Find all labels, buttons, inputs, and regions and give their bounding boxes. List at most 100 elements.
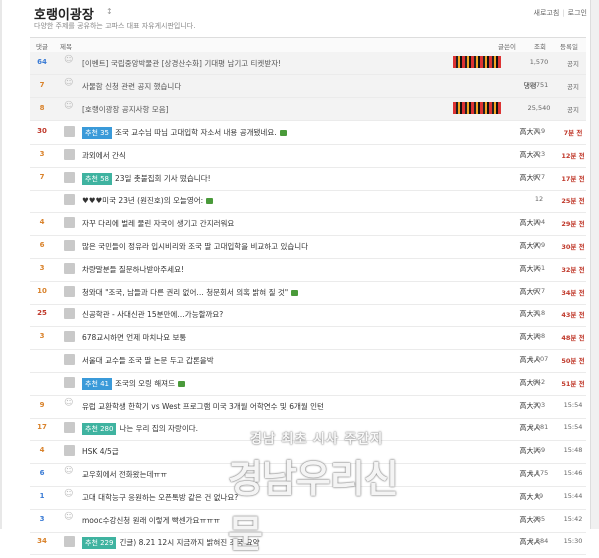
col-author[interactable]: 글쓴이 (498, 41, 516, 51)
scrollbar[interactable] (590, 0, 599, 529)
col-count[interactable]: 댓글 (36, 41, 48, 51)
post-title[interactable]: 조국 교수님 따님 고대입학 자소서 내용 공개됐네요. (115, 128, 277, 137)
comment-count: 9 (39, 400, 45, 409)
table-row[interactable]: 4 HSK 4/5급 高大人 169 15:48 (30, 440, 586, 465)
table-row[interactable]: 3 차량말분들 질문하나받아주세요! 高大人 161 32분 전 (30, 258, 586, 282)
table-row[interactable]: 9 ☺ 유럽 교환학생 한학기 vs West 프로그램 미국 3개월 어학연수 및… (30, 395, 586, 419)
table-row[interactable]: 17 추천 280 나는 우리 집의 자랑이다. 高大人 2,081 15:54 (30, 417, 586, 442)
table-row[interactable]: 1 ☺ 고대 대학능구 응원하는 오픈톡방 같은 건 없나요? 高大人 99 15:44 (30, 486, 586, 510)
post-subject[interactable]: 과외에서 간식 (82, 150, 126, 161)
post-title[interactable]: 사물함 신청 관련 공지 했습니다 (82, 82, 181, 91)
group-icon: ☺ (64, 101, 74, 111)
post-subject[interactable]: 신공학관 - 사대신관 15분만에…가능할까요? (82, 309, 223, 320)
post-title[interactable]: 서울대 교수들 조국 딸 논문 두고 갑론을박 (82, 356, 214, 365)
board-description: 다양한 주제를 공유하는 고파스 대표 자유게시판입니다. (34, 22, 196, 30)
table-row[interactable]: 34 추천 229 긴글) 8.21 12시 지금까지 밝혀진 조국 요약 高大人 2,… (30, 531, 586, 556)
post-subject[interactable]: 사물함 신청 관련 공지 했습니다 (82, 81, 181, 92)
table-row[interactable]: 7 추천 58 23일 촛불집회 기사 떴습니다! 高大人 877 17분 전 (30, 167, 586, 191)
notice-row[interactable]: 64 ☺ [이벤트] 국립중앙박물관 [상경산수화] 기대평 남기고 티켓받자! 1,… (30, 52, 586, 75)
link-separator: | (562, 9, 565, 17)
post-title[interactable]: 유럽 교환학생 한학기 vs West 프로그램 미국 3개월 어학연수 및 6… (82, 402, 324, 411)
avatar-icon (64, 171, 75, 183)
post-date: 25분 전 (561, 197, 585, 206)
refresh-link[interactable]: 새로고침 (534, 9, 560, 17)
post-subject[interactable]: 추천 58 23일 촛불집회 기사 떴습니다! (82, 172, 211, 185)
post-title[interactable]: 자꾸 다리에 벌레 물린 자국이 생기고 간지러워요 (82, 219, 234, 228)
view-count: 1,007 (529, 355, 549, 363)
view-count: 303 (532, 400, 546, 409)
post-subject[interactable]: [호랭이광장 공지사항 모음] (82, 104, 169, 115)
table-row[interactable]: 6 많은 국민들이 정유라 입시비리와 조국 딸 고대입학을 비교하고 있습니다 高… (30, 235, 586, 259)
table-row[interactable]: 6 ☺ 교우회에서 전화왔는데ㅠㅠ 高大人 1,175 15:46 (30, 463, 586, 487)
left-edge (0, 0, 2, 529)
avatar-icon (64, 240, 75, 251)
table-row[interactable]: 추천 41 조국의 오링 해져드 高大人 842 51분 전 (30, 372, 586, 396)
post-subject[interactable]: 678교시하면 언제 마치나요 보통 (82, 332, 186, 343)
post-subject[interactable]: 차량말분들 질문하나받아주세요! (82, 264, 184, 275)
col-views[interactable]: 조회 (534, 41, 546, 51)
post-date: 공지 (567, 83, 579, 91)
view-count: 161 (532, 263, 546, 272)
post-subject[interactable]: 추천 35 조국 교수님 따님 고대입학 자소서 내용 공개됐네요. (82, 127, 287, 139)
post-title[interactable]: 신공학관 - 사대신관 15분만에…가능할까요? (82, 310, 223, 319)
post-title[interactable]: 많은 국민들이 정유라 입시비리와 조국 딸 고대입학을 비교하고 있습니다 (82, 242, 308, 251)
post-subject[interactable]: 고대 대학능구 응원하는 오픈톡방 같은 건 없나요? (82, 492, 238, 503)
post-title[interactable]: 23일 촛불집회 기사 떴습니다! (115, 174, 211, 183)
post-title[interactable]: 고대 대학능구 응원하는 오픈톡방 같은 건 없나요? (82, 493, 238, 502)
post-title[interactable]: [이벤트] 국립중앙박물관 [상경산수화] 기대평 남기고 티켓받자! (82, 59, 281, 68)
view-count: 194 (532, 218, 546, 227)
top-links: 새로고침 | 로그인 (534, 8, 587, 18)
table-row[interactable]: 4 자꾸 다리에 벌레 물린 자국이 생기고 간지러워요 高大人 194 29분 전 (30, 212, 586, 237)
group-icon: ☺ (64, 466, 74, 476)
post-title[interactable]: mooc수강신청 원래 이렇게 빡센가요ㅠㅠㅠ (82, 516, 220, 525)
post-subject[interactable]: ♥♥♥미국 23년 (원진호)의 오늘영어: (82, 195, 214, 206)
post-subject[interactable]: 자꾸 다리에 벌레 물린 자국이 생기고 간지러워요 (82, 218, 234, 229)
sort-arrow-icon[interactable]: ↕ (106, 7, 113, 16)
post-subject[interactable]: 추천 41 조국의 오링 해져드 (82, 377, 185, 390)
col-subject[interactable]: 제목 (60, 41, 72, 51)
view-count: 2,384 (529, 537, 549, 546)
post-title[interactable]: 조국의 오링 해져드 (115, 379, 175, 388)
post-title[interactable]: 차량말분들 질문하나받아주세요! (82, 265, 184, 274)
post-title[interactable]: [호랭이광장 공지사항 모음] (82, 105, 169, 114)
post-title[interactable]: 나는 우리 집의 자랑이다. (119, 424, 198, 433)
post-title[interactable]: 긴글) 8.21 12시 지금까지 밝혀진 조국 요약 (119, 538, 259, 547)
notice-row[interactable]: 7 ☺ 사물함 신청 관련 공지 했습니다 댕댕 2,751 공지 (30, 75, 586, 98)
post-title[interactable]: 청와대 "조국, 남들과 다른 권리 없어… 청문회서 의혹 밝혀 질 것" (82, 288, 288, 297)
post-subject[interactable]: 교우회에서 전화왔는데ㅠㅠ (82, 469, 167, 480)
table-row[interactable]: ♥♥♥미국 23년 (원진호)의 오늘영어: 12 25분 전 (30, 189, 586, 214)
view-count: 2,081 (529, 423, 549, 432)
post-subject[interactable]: [이벤트] 국립중앙박물관 [상경산수화] 기대평 남기고 티켓받자! (82, 58, 281, 69)
post-subject[interactable]: mooc수강신청 원래 이렇게 빡센가요ㅠㅠㅠ (82, 515, 220, 526)
post-title[interactable]: ♥♥♥미국 23년 (원진호)의 오늘영어: (82, 196, 203, 205)
post-subject[interactable]: 많은 국민들이 정유라 입시비리와 조국 딸 고대입학을 비교하고 있습니다 (82, 241, 308, 252)
post-subject[interactable]: 추천 229 긴글) 8.21 12시 지금까지 밝혀진 조국 요약 (82, 537, 260, 550)
view-count: 842 (532, 377, 546, 386)
avatar-icon (64, 126, 75, 137)
login-link[interactable]: 로그인 (568, 9, 587, 17)
view-count: 99 (534, 491, 544, 500)
table-row[interactable]: 3 과외에서 간식 高大人 223 12분 전 (30, 144, 586, 168)
table-row[interactable]: 3 678교시하면 언제 마치나요 보통 高大人 188 48분 전 (30, 326, 586, 351)
post-subject[interactable]: 서울대 교수들 조국 딸 논문 두고 갑론을박 (82, 355, 214, 366)
group-icon: ☺ (64, 511, 74, 522)
view-count: 719 (532, 127, 546, 135)
post-date: 공지 (567, 60, 579, 68)
post-subject[interactable]: HSK 4/5급 (82, 446, 119, 457)
table-row[interactable]: 서울대 교수들 조국 딸 논문 두고 갑론을박 高大人 1,007 50분 전 (30, 349, 586, 373)
comment-count: 25 (37, 309, 47, 318)
post-subject[interactable]: 청와대 "조국, 남들과 다른 권리 없어… 청문회서 의혹 밝혀 질 것" (82, 287, 299, 298)
post-subject[interactable]: 유럽 교환학생 한학기 vs West 프로그램 미국 3개월 어학연수 및 6… (82, 401, 324, 412)
post-title[interactable]: 교우회에서 전화왔는데ㅠㅠ (82, 470, 167, 479)
notice-row[interactable]: 8 ☺ [호랭이광장 공지사항 모음] 25,540 공지 (30, 98, 586, 121)
recommend-badge: 추천 35 (82, 127, 113, 139)
post-title[interactable]: 과외에서 간식 (82, 151, 126, 160)
post-title[interactable]: HSK 4/5급 (82, 447, 119, 456)
view-count: 877 (532, 172, 546, 181)
table-row[interactable]: 30 추천 35 조국 교수님 따님 고대입학 자소서 내용 공개됐네요. 高大人 71… (30, 121, 586, 145)
post-title[interactable]: 678교시하면 언제 마치나요 보통 (82, 333, 186, 342)
post-subject[interactable]: 추천 280 나는 우리 집의 자랑이다. (82, 423, 198, 436)
table-row[interactable]: 25 신공학관 - 사대신관 15분만에…가능할까요? 高大人 318 43분 전 (30, 303, 586, 328)
col-date[interactable]: 등록일 (560, 41, 578, 51)
table-row[interactable]: 10 청와대 "조국, 남들과 다른 권리 없어… 청문회서 의혹 밝혀 질 것"… (30, 281, 586, 305)
